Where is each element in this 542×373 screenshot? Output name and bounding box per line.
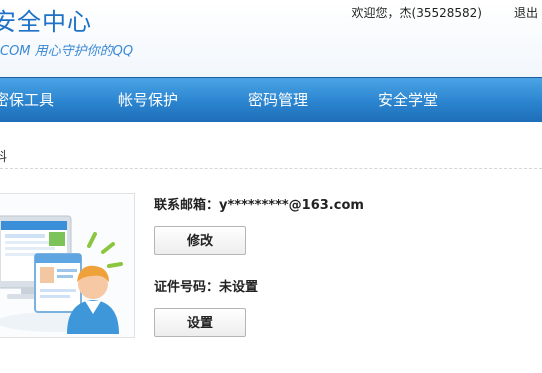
modify-email-button[interactable]: 修改 — [154, 226, 246, 255]
profile-illustration-graphic — [0, 215, 123, 334]
email-label: 联系邮箱： — [154, 198, 220, 213]
email-row: 联系邮箱：y*********@163.com — [154, 194, 364, 213]
nav-item-account-protection[interactable]: 帐号保护 — [118, 89, 178, 110]
main-nav: 密保工具 帐号保护 密码管理 安全学堂 — [0, 77, 542, 122]
email-value: y*********@163.com — [219, 198, 364, 213]
logout-link[interactable]: 退出 — [514, 4, 538, 21]
profile-illustration — [0, 193, 135, 338]
id-label: 证件号码： — [154, 280, 220, 295]
nav-item-security-school[interactable]: 安全学堂 — [378, 89, 438, 110]
header: 安全中心 COM 用心守护你的QQ 欢迎您，杰(35528582) 退出 — [0, 0, 542, 77]
nav-item-password-management[interactable]: 密码管理 — [248, 89, 308, 110]
site-slogan: COM 用心守护你的QQ — [0, 44, 134, 59]
id-value: 未设置 — [219, 280, 259, 295]
id-row: 证件号码：未设置 — [154, 276, 258, 295]
site-title: 安全中心 — [0, 8, 92, 36]
breadcrumb: 料 — [0, 150, 8, 165]
section-divider — [0, 168, 542, 169]
user-info: 欢迎您，杰(35528582) — [351, 6, 482, 20]
nav-item-security-tools[interactable]: 密保工具 — [0, 89, 54, 110]
set-id-button[interactable]: 设置 — [154, 308, 246, 337]
